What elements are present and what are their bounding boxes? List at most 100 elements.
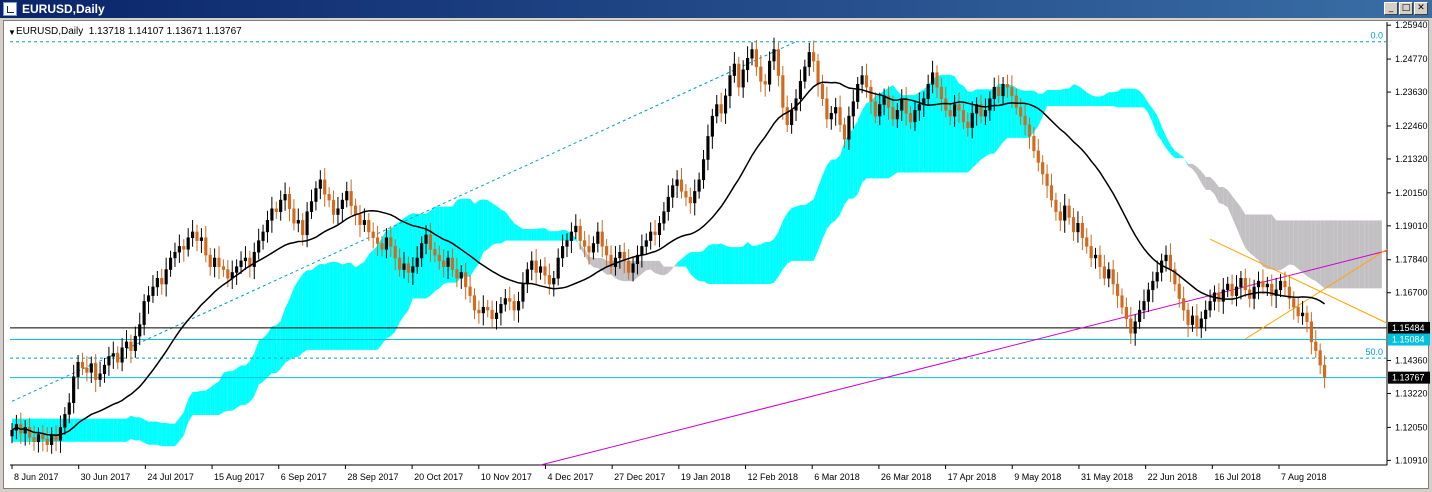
ichimoku-cloud-segment: [126, 415, 131, 442]
candle-body: [164, 269, 168, 285]
candle-body: [547, 275, 551, 285]
candle-body: [1314, 341, 1318, 351]
candle-body: [851, 101, 855, 117]
candle-body: [675, 179, 679, 186]
ichimoku-cloud-segment: [1245, 214, 1250, 253]
candle-body: [442, 260, 446, 267]
ichimoku-cloud-segment: [232, 368, 237, 411]
ichimoku-cloud-segment: [725, 245, 730, 285]
candle-body: [1323, 364, 1327, 378]
ichimoku-cloud-segment: [562, 229, 567, 241]
ichimoku-cloud-segment: [892, 84, 898, 176]
candle-body: [464, 272, 468, 288]
ichimoku-cloud-segment: [1104, 92, 1109, 106]
x-tick-label: 17 Apr 2018: [948, 472, 997, 482]
candle-body: [1107, 269, 1111, 279]
ichimoku-cloud-segment: [320, 263, 325, 350]
ichimoku-cloud-segment: [276, 320, 281, 374]
candle-body: [600, 231, 604, 247]
candle-body: [138, 324, 142, 337]
ichimoku-cloud-segment: [1262, 214, 1268, 269]
ichimoku-cloud-segment: [668, 266, 673, 274]
candle-body: [1120, 295, 1124, 308]
candle-body: [424, 234, 428, 244]
ichimoku-cloud-segment: [1086, 92, 1092, 106]
candle-body: [80, 361, 85, 369]
ichimoku-cloud-segment: [1121, 88, 1127, 108]
candle-body: [287, 194, 292, 210]
candle-body: [41, 434, 45, 440]
candle-body: [935, 72, 939, 88]
ichimoku-cloud-segment: [729, 247, 735, 285]
candle-body: [715, 104, 719, 117]
candle-body: [1168, 254, 1173, 270]
candle-body: [759, 66, 763, 82]
candle-body: [1036, 150, 1040, 163]
x-tick-label: 6 Sep 2017: [281, 472, 327, 482]
ichimoku-cloud-segment: [342, 263, 347, 350]
candle-body: [1010, 86, 1014, 97]
ichimoku-cloud-segment: [113, 418, 118, 442]
ichimoku-cloud-segment: [1236, 201, 1241, 239]
ichimoku-cloud-segment: [148, 421, 153, 445]
ichimoku-cloud-segment: [954, 76, 960, 173]
candle-body: [345, 191, 349, 201]
candle-body: [1146, 289, 1150, 302]
candle-body: [283, 194, 287, 201]
ichimoku-cloud-segment: [659, 260, 664, 276]
ichimoku-cloud-segment: [1095, 96, 1100, 106]
ichimoku-cloud-segment: [1333, 220, 1338, 289]
candle-body: [679, 179, 684, 192]
ichimoku-cloud-segment: [826, 159, 832, 230]
y-tick-label: 1.25940: [1395, 20, 1428, 30]
candle-body: [146, 295, 151, 302]
candle-body: [191, 231, 195, 238]
candle-body: [706, 136, 710, 160]
ichimoku-cloud-segment: [765, 242, 770, 285]
ichimoku-cloud-segment: [1298, 220, 1303, 273]
x-tick-label: 4 Dec 2017: [547, 472, 593, 482]
ichimoku-cloud-segment: [73, 418, 79, 442]
ichimoku-cloud-segment: [663, 266, 669, 276]
candle-body: [173, 251, 177, 259]
ichimoku-cloud-segment: [734, 247, 739, 285]
candle-body: [521, 283, 525, 302]
ichimoku-cloud-segment: [337, 262, 343, 350]
ichimoku-cloud-segment: [1311, 220, 1316, 282]
candle-body: [142, 301, 146, 325]
candle-body: [917, 104, 921, 111]
candle-body: [1138, 309, 1142, 322]
candle-body: [538, 266, 543, 273]
ichimoku-cloud-segment: [170, 423, 175, 447]
ichimoku-cloud-segment: [1320, 220, 1325, 289]
candle-body: [239, 260, 243, 267]
ichimoku-cloud-segment: [302, 270, 308, 353]
candle-body: [763, 81, 767, 85]
candle-body: [274, 208, 278, 212]
candle-body: [1027, 124, 1032, 137]
candle-body: [371, 231, 375, 238]
ichimoku-cloud-segment: [1179, 153, 1184, 159]
ichimoku-cloud-segment: [844, 133, 849, 205]
ichimoku-cloud-segment: [1077, 85, 1083, 106]
candle-body: [481, 306, 485, 314]
candle-body: [45, 438, 49, 445]
ichimoku-cloud-segment: [1254, 214, 1259, 261]
candle-body: [389, 237, 393, 247]
symbol-dropdown-icon[interactable]: ▼: [8, 28, 16, 37]
ichimoku-cloud-segment: [364, 254, 369, 350]
ichimoku-cloud-segment: [959, 83, 964, 173]
ichimoku-cloud-segment: [1144, 95, 1149, 114]
ichimoku-cloud-segment: [914, 92, 920, 173]
ichimoku-cloud-segment: [743, 242, 748, 285]
candle-body: [710, 115, 714, 137]
candle-body: [63, 414, 67, 428]
candle-body: [362, 220, 366, 225]
ichimoku-cloud-segment: [487, 200, 493, 250]
candle-body: [1217, 292, 1221, 302]
candle-body: [1195, 315, 1199, 328]
candlestick-chart[interactable]: 0.0 50.0 1.25940 1.24770 1.23630 1.22460 1.213…: [0, 0, 1432, 492]
ichimoku-cloud-segment: [589, 256, 594, 268]
x-tick-label: 6 Mar 2018: [814, 472, 860, 482]
candle-body: [459, 272, 463, 279]
